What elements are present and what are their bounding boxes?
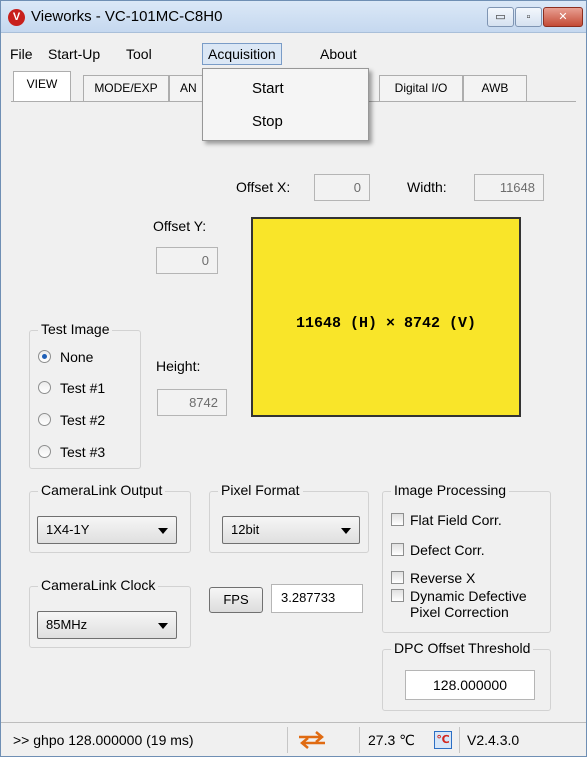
radio-icon[interactable] <box>38 413 51 426</box>
menu-file[interactable]: File <box>5 43 38 65</box>
maximize-button[interactable]: ▫ <box>515 7 542 27</box>
offset-x-label: Offset X: <box>236 179 291 195</box>
reverse-x-label: Reverse X <box>410 570 476 586</box>
offset-y-label: Offset Y: <box>153 218 207 234</box>
tab-awb[interactable]: AWB <box>463 75 527 101</box>
status-divider <box>287 727 288 753</box>
title-bar[interactable]: V Vieworks - VC-101MC-C8H0 ▭ ▫ ✕ <box>1 1 586 33</box>
status-bar: >> ghpo 128.000000 (19 ms) 27.3 ℃ ℃ V2.4… <box>1 722 586 756</box>
window-title: Vieworks - VC-101MC-C8H0 <box>31 8 223 25</box>
reverse-x-checkbox[interactable]: Reverse X <box>391 570 475 586</box>
minimize-button[interactable]: ▭ <box>487 7 514 27</box>
flat-field-checkbox[interactable]: Flat Field Corr. <box>391 512 502 528</box>
radio-none[interactable]: None <box>38 346 93 368</box>
cameralink-clock-group: CameraLink Clock 85MHz <box>29 577 191 648</box>
flat-field-label: Flat Field Corr. <box>410 512 502 528</box>
tab-digital-io[interactable]: Digital I/O <box>379 75 463 101</box>
status-command-text: >> ghpo 128.000000 (19 ms) <box>13 732 194 748</box>
app-window: V Vieworks - VC-101MC-C8H0 ▭ ▫ ✕ File St… <box>0 0 587 757</box>
cameralink-output-value: 1X4-1Y <box>46 522 90 537</box>
test-image-group: Test Image None Test #1 Test #2 Test #3 <box>29 321 141 469</box>
image-processing-title: Image Processing <box>391 482 510 498</box>
status-divider <box>359 727 360 753</box>
height-label: Height: <box>156 358 201 374</box>
width-label: Width: <box>407 179 447 195</box>
tab-view[interactable]: VIEW <box>13 71 71 101</box>
checkbox-icon[interactable] <box>391 589 404 602</box>
radio-test-3-label: Test #3 <box>60 444 106 460</box>
app-logo-icon: V <box>8 9 25 26</box>
menu-item-stop[interactable]: Stop <box>203 109 368 135</box>
checkbox-icon[interactable] <box>391 571 404 584</box>
menu-bar: File Start-Up Tool Acquisition About <box>1 43 586 65</box>
radio-test-2[interactable]: Test #2 <box>38 409 105 431</box>
radio-test-3[interactable]: Test #3 <box>38 441 105 463</box>
fps-button[interactable]: FPS <box>209 587 263 613</box>
image-size-text: 11648 (H) × 8742 (V) <box>295 315 477 332</box>
radio-none-label: None <box>60 349 94 365</box>
acquisition-dropdown: Start Stop <box>202 68 369 141</box>
fps-value-field[interactable]: 3.287733 <box>271 584 363 613</box>
tab-mode-exp[interactable]: MODE/EXP <box>83 75 169 101</box>
chevron-down-icon <box>158 528 168 534</box>
radio-test-1[interactable]: Test #1 <box>38 377 105 399</box>
close-button[interactable]: ✕ <box>543 7 583 27</box>
cameralink-clock-select[interactable]: 85MHz <box>37 611 177 639</box>
swap-arrows-icon <box>299 731 325 749</box>
image-size-preview: 11648 (H) × 8742 (V) <box>251 217 521 417</box>
dpc-threshold-group: DPC Offset Threshold 128.000000 <box>382 640 551 711</box>
radio-test-2-label: Test #2 <box>60 412 106 428</box>
width-field[interactable]: 11648 <box>474 174 544 201</box>
dpc-threshold-field[interactable]: 128.000000 <box>405 670 535 700</box>
cameralink-output-group: CameraLink Output 1X4-1Y <box>29 482 191 553</box>
pixel-format-title: Pixel Format <box>218 482 303 498</box>
cameralink-output-select[interactable]: 1X4-1Y <box>37 516 177 544</box>
temperature-text: 27.3 ℃ <box>368 732 415 748</box>
cameralink-clock-value: 85MHz <box>46 617 88 632</box>
radio-icon[interactable] <box>38 445 51 458</box>
menu-item-start[interactable]: Start <box>203 76 368 102</box>
pixel-format-value: 12bit <box>231 522 260 537</box>
pixel-format-group: Pixel Format 12bit <box>209 482 369 553</box>
firmware-version: V2.4.3.0 <box>467 732 520 748</box>
offset-x-field[interactable]: 0 <box>314 174 370 201</box>
menu-about[interactable]: About <box>315 43 362 65</box>
dpc-threshold-title: DPC Offset Threshold <box>391 640 534 656</box>
image-processing-group: Image Processing Flat Field Corr. Defect… <box>382 482 551 633</box>
defect-corr-label: Defect Corr. <box>410 542 485 558</box>
dynamic-dpc-label-line1: Dynamic Defective <box>410 588 527 604</box>
status-divider <box>459 727 460 753</box>
radio-selected-icon[interactable] <box>38 350 51 363</box>
menu-tool[interactable]: Tool <box>121 43 157 65</box>
cameralink-output-title: CameraLink Output <box>38 482 166 498</box>
checkbox-icon[interactable] <box>391 513 404 526</box>
cameralink-clock-title: CameraLink Clock <box>38 577 159 593</box>
temperature-icon: ℃ <box>434 731 452 749</box>
menu-acquisition[interactable]: Acquisition <box>202 43 282 65</box>
defect-corr-checkbox[interactable]: Defect Corr. <box>391 542 485 558</box>
height-field[interactable]: 8742 <box>157 389 227 416</box>
test-image-title: Test Image <box>38 321 113 337</box>
chevron-down-icon <box>341 528 351 534</box>
chevron-down-icon <box>158 623 168 629</box>
pixel-format-select[interactable]: 12bit <box>222 516 360 544</box>
radio-test-1-label: Test #1 <box>60 380 106 396</box>
offset-y-field[interactable]: 0 <box>156 247 218 274</box>
dynamic-dpc-checkbox[interactable]: Dynamic Defective Pixel Correction <box>391 588 527 620</box>
dynamic-dpc-label-line2: Pixel Correction <box>410 604 509 620</box>
radio-icon[interactable] <box>38 381 51 394</box>
checkbox-icon[interactable] <box>391 543 404 556</box>
menu-start-up[interactable]: Start-Up <box>43 43 105 65</box>
